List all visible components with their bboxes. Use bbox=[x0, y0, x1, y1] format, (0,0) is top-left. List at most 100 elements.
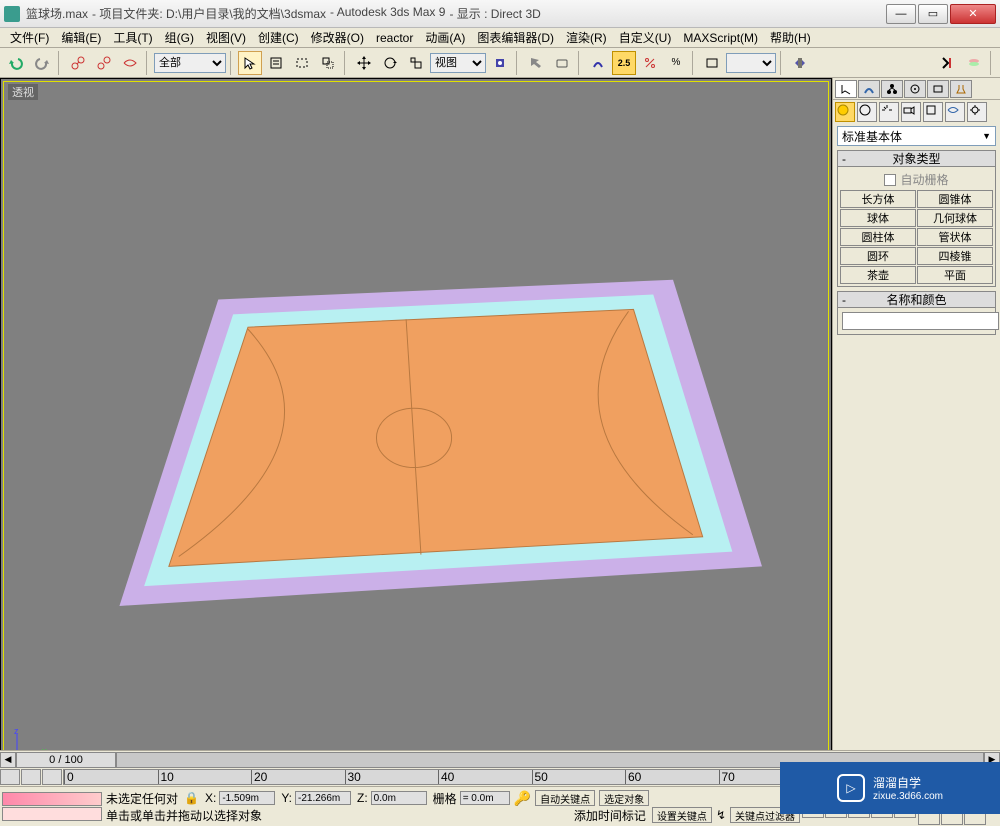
trackbar-toggle-1[interactable] bbox=[0, 769, 20, 785]
btn-teapot[interactable]: 茶壶 bbox=[840, 266, 916, 284]
grid-input[interactable] bbox=[460, 791, 510, 805]
btn-torus[interactable]: 圆环 bbox=[840, 247, 916, 265]
dropdown-arrow-icon: ▼ bbox=[982, 131, 991, 141]
select-region-rect-button[interactable] bbox=[290, 51, 314, 75]
add-time-tag[interactable]: 添加时间标记 bbox=[572, 807, 648, 824]
menu-rendering[interactable]: 渲染(R) bbox=[560, 27, 613, 48]
selected-obj-dropdown[interactable]: 选定对象 bbox=[599, 790, 649, 806]
undo-button[interactable] bbox=[4, 51, 28, 75]
align-button[interactable] bbox=[936, 51, 960, 75]
maximize-button[interactable] bbox=[918, 4, 948, 24]
btn-plane[interactable]: 平面 bbox=[917, 266, 993, 284]
menu-help[interactable]: 帮助(H) bbox=[764, 27, 817, 48]
cat-shapes[interactable] bbox=[857, 102, 877, 122]
snap-2d-button[interactable] bbox=[586, 51, 610, 75]
btn-tube[interactable]: 管状体 bbox=[917, 228, 993, 246]
close-button[interactable] bbox=[950, 4, 996, 24]
spinner-snap-button[interactable]: % bbox=[664, 51, 688, 75]
move-button[interactable] bbox=[352, 51, 376, 75]
tab-motion[interactable] bbox=[904, 80, 926, 98]
sel-lock-icon[interactable]: 🔒 bbox=[184, 791, 199, 805]
rollout-head-name-color[interactable]: -名称和颜色 bbox=[838, 292, 995, 308]
key-mode-icon[interactable]: 🔑 bbox=[514, 790, 531, 807]
primitive-type-label: 标准基本体 bbox=[842, 128, 902, 145]
menu-animation[interactable]: 动画(A) bbox=[419, 27, 471, 48]
cat-spacewarps[interactable] bbox=[945, 102, 965, 122]
tab-create[interactable] bbox=[835, 80, 857, 98]
btn-box[interactable]: 长方体 bbox=[840, 190, 916, 208]
menu-graph-editors[interactable]: 图表编辑器(D) bbox=[471, 27, 560, 48]
rollout-head-object-type[interactable]: -对象类型 bbox=[838, 151, 995, 167]
menu-file[interactable]: 文件(F) bbox=[4, 27, 55, 48]
title-text: 篮球场.max - 项目文件夹: D:\用户目录\我的文档\3dsmax - A… bbox=[26, 5, 886, 22]
redo-button[interactable] bbox=[30, 51, 54, 75]
tab-modify[interactable] bbox=[858, 80, 880, 98]
perspective-viewport[interactable]: 透视 zyx bbox=[3, 81, 829, 775]
cat-systems[interactable] bbox=[967, 102, 987, 122]
autokey-button[interactable]: 自动关键点 bbox=[535, 790, 595, 806]
percent-snap-button[interactable] bbox=[638, 51, 662, 75]
menu-views[interactable]: 视图(V) bbox=[200, 27, 252, 48]
menu-customize[interactable]: 自定义(U) bbox=[613, 27, 678, 48]
btn-pyramid[interactable]: 四棱锥 bbox=[917, 247, 993, 265]
title-filename: 篮球场.max bbox=[26, 5, 88, 22]
timeline-scroll-left[interactable]: ◀ bbox=[0, 752, 16, 768]
select-manipulate-button[interactable] bbox=[524, 51, 548, 75]
trackbar-toggle-3[interactable] bbox=[42, 769, 62, 785]
menu-group[interactable]: 组(G) bbox=[159, 27, 200, 48]
angle-snap-button[interactable]: 2.5 bbox=[612, 51, 636, 75]
bind-spacewarp-button[interactable] bbox=[118, 51, 142, 75]
unlink-button[interactable] bbox=[92, 51, 116, 75]
create-category-tabs bbox=[833, 100, 1000, 124]
watermark-url: zixue.3d66.com bbox=[873, 791, 943, 802]
tab-display[interactable] bbox=[927, 80, 949, 98]
cat-geometry[interactable] bbox=[835, 102, 855, 122]
autogrid-checkbox[interactable] bbox=[884, 174, 896, 186]
tab-utilities[interactable] bbox=[950, 80, 972, 98]
court-geometry bbox=[4, 82, 828, 774]
script-listener-1[interactable] bbox=[2, 792, 102, 806]
menu-edit[interactable]: 编辑(E) bbox=[55, 27, 107, 48]
key-filters-icon[interactable]: ↯ bbox=[716, 808, 726, 822]
ref-coord-dropdown[interactable]: 视图 bbox=[430, 53, 486, 73]
coord-y-input[interactable] bbox=[295, 791, 351, 805]
select-by-name-button[interactable] bbox=[264, 51, 288, 75]
app-icon bbox=[4, 6, 20, 22]
primitive-type-dropdown[interactable]: 标准基本体 ▼ bbox=[837, 126, 996, 146]
setkey-button[interactable]: 设置关键点 bbox=[652, 807, 712, 823]
link-button[interactable] bbox=[66, 51, 90, 75]
cat-lights[interactable] bbox=[879, 102, 899, 122]
menu-create[interactable]: 创建(C) bbox=[252, 27, 305, 48]
btn-cylinder[interactable]: 圆柱体 bbox=[840, 228, 916, 246]
coord-z-input[interactable] bbox=[371, 791, 427, 805]
btn-cone[interactable]: 圆锥体 bbox=[917, 190, 993, 208]
time-slider[interactable]: 0 / 100 bbox=[16, 752, 116, 768]
menu-tools[interactable]: 工具(T) bbox=[107, 27, 158, 48]
cat-helpers[interactable] bbox=[923, 102, 943, 122]
tab-hierarchy[interactable] bbox=[881, 80, 903, 98]
select-button[interactable] bbox=[238, 51, 262, 75]
rotate-button[interactable] bbox=[378, 51, 402, 75]
layer-manager-button[interactable] bbox=[962, 51, 986, 75]
menu-modifiers[interactable]: 修改器(O) bbox=[305, 27, 370, 48]
window-crossing-button[interactable] bbox=[316, 51, 340, 75]
keyboard-shortcut-button[interactable] bbox=[550, 51, 574, 75]
title-app: - Autodesk 3ds Max 9 bbox=[330, 5, 445, 22]
cat-cameras[interactable] bbox=[901, 102, 921, 122]
coord-x-input[interactable] bbox=[219, 791, 275, 805]
menu-reactor[interactable]: reactor bbox=[370, 29, 419, 47]
mirror-button[interactable] bbox=[788, 51, 812, 75]
btn-geosphere[interactable]: 几何球体 bbox=[917, 209, 993, 227]
btn-sphere[interactable]: 球体 bbox=[840, 209, 916, 227]
minimize-button[interactable] bbox=[886, 4, 916, 24]
named-sel-set-button[interactable] bbox=[700, 51, 724, 75]
object-name-input[interactable] bbox=[842, 312, 999, 330]
menu-maxscript[interactable]: MAXScript(M) bbox=[677, 29, 764, 47]
trackbar-toggle-2[interactable] bbox=[21, 769, 41, 785]
selection-filter-dropdown[interactable]: 全部 bbox=[154, 53, 226, 73]
scale-button[interactable] bbox=[404, 51, 428, 75]
window-title-bar: 篮球场.max - 项目文件夹: D:\用户目录\我的文档\3dsmax - A… bbox=[0, 0, 1000, 28]
named-sel-dropdown[interactable] bbox=[726, 53, 776, 73]
script-listener-2[interactable] bbox=[2, 807, 102, 821]
use-pivot-button[interactable] bbox=[488, 51, 512, 75]
